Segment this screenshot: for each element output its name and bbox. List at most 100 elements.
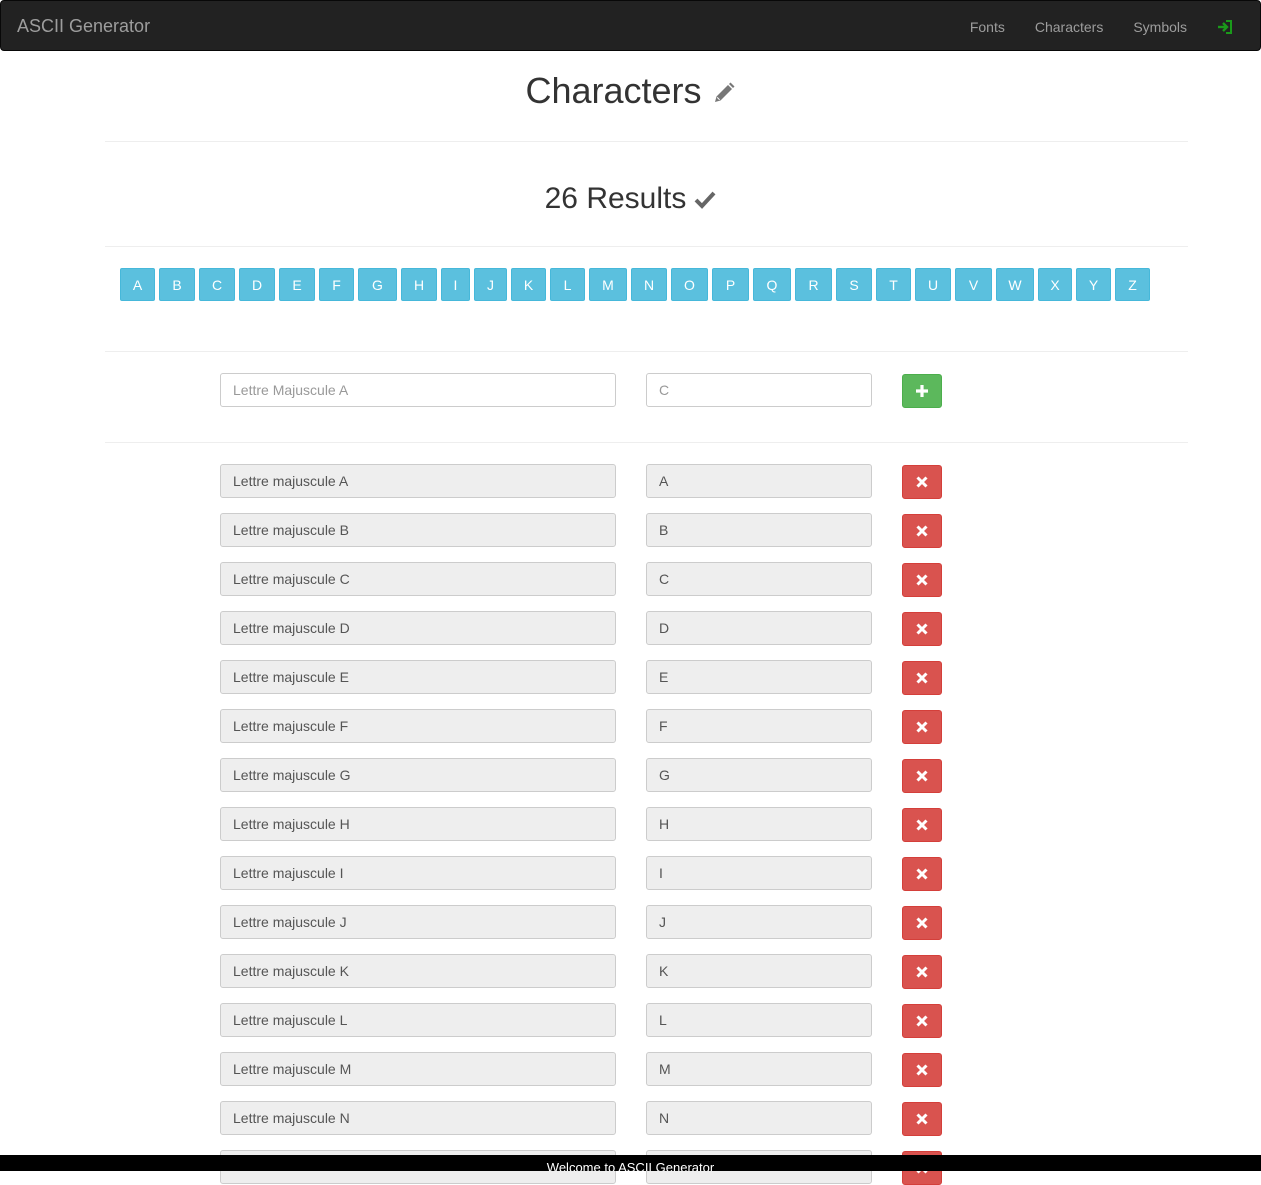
delete-character-button[interactable] (902, 612, 942, 646)
delete-character-button[interactable] (902, 759, 942, 793)
divider (105, 246, 1188, 247)
delete-character-button[interactable] (902, 1004, 942, 1038)
character-name-field[interactable]: Lettre majuscule G (220, 758, 616, 792)
letter-button-c[interactable]: C (199, 268, 235, 301)
add-character-button[interactable] (902, 374, 942, 408)
page-title: Characters (0, 70, 1261, 112)
letter-button-v[interactable]: V (955, 268, 992, 301)
letter-button-r[interactable]: R (795, 268, 832, 301)
letter-button-l[interactable]: L (550, 268, 585, 301)
remove-icon (916, 623, 928, 635)
character-name-field[interactable]: Lettre majuscule M (220, 1052, 616, 1086)
letter-button-z[interactable]: Z (1115, 268, 1150, 301)
delete-character-button[interactable] (902, 857, 942, 891)
delete-character-button[interactable] (902, 1053, 942, 1087)
nav-link-fonts[interactable]: Fonts (955, 17, 1020, 37)
character-name-field[interactable]: Lettre majuscule E (220, 660, 616, 694)
character-name-field[interactable]: Lettre majuscule D (220, 611, 616, 645)
remove-icon (916, 672, 928, 684)
character-value-field[interactable]: D (646, 611, 872, 645)
letter-button-h[interactable]: H (401, 268, 437, 301)
pencil-icon[interactable] (712, 72, 736, 102)
character-value-field[interactable]: B (646, 513, 872, 547)
character-name-field[interactable]: Lettre majuscule F (220, 709, 616, 743)
remove-icon (916, 770, 928, 782)
remove-icon (916, 917, 928, 929)
delete-character-button[interactable] (902, 514, 942, 548)
delete-character-button[interactable] (902, 465, 942, 499)
character-name-field[interactable]: Lettre majuscule B (220, 513, 616, 547)
nav-links: Fonts Characters Symbols (955, 1, 1260, 52)
letter-button-x[interactable]: X (1038, 268, 1072, 301)
letter-button-d[interactable]: D (239, 268, 275, 301)
character-value-field[interactable]: C (646, 562, 872, 596)
remove-icon (916, 966, 928, 978)
character-name-field[interactable]: Lettre majuscule C (220, 562, 616, 596)
delete-character-button[interactable] (902, 563, 942, 597)
letter-button-g[interactable]: G (358, 268, 397, 301)
letter-button-t[interactable]: T (876, 268, 911, 301)
plus-icon (916, 385, 928, 397)
login-icon[interactable] (1216, 18, 1234, 36)
character-name-field[interactable]: Lettre majuscule J (220, 905, 616, 939)
letter-button-s[interactable]: S (836, 268, 872, 301)
remove-icon (916, 721, 928, 733)
delete-character-button[interactable] (902, 661, 942, 695)
delete-character-button[interactable] (902, 906, 942, 940)
character-name-field[interactable]: Lettre majuscule K (220, 954, 616, 988)
footer-bar: Welcome to ASCII Generator (0, 1155, 1261, 1171)
remove-icon (916, 819, 928, 831)
character-value-field[interactable]: L (646, 1003, 872, 1037)
remove-icon (916, 1064, 928, 1076)
footer-text: Welcome to ASCII Generator (546, 1160, 715, 1171)
navbar: ASCII Generator Fonts Characters Symbols (0, 0, 1261, 51)
letter-button-o[interactable]: O (671, 268, 708, 301)
nav-link-symbols[interactable]: Symbols (1118, 17, 1202, 37)
character-name-field[interactable]: Lettre majuscule H (220, 807, 616, 841)
remove-icon (916, 1113, 928, 1125)
character-value-field[interactable]: J (646, 905, 872, 939)
check-icon (694, 184, 716, 209)
character-value-field[interactable]: K (646, 954, 872, 988)
letter-button-a[interactable]: A (120, 268, 155, 301)
new-name-input[interactable] (220, 373, 616, 407)
letter-button-j[interactable]: J (474, 268, 507, 301)
divider (105, 442, 1188, 443)
letter-button-b[interactable]: B (159, 268, 195, 301)
divider (105, 351, 1188, 352)
letter-button-e[interactable]: E (279, 268, 315, 301)
remove-icon (916, 1015, 928, 1027)
delete-character-button[interactable] (902, 1102, 942, 1136)
letter-button-n[interactable]: N (631, 268, 667, 301)
brand-link[interactable]: ASCII Generator (17, 16, 150, 36)
character-name-field[interactable]: Lettre majuscule A (220, 464, 616, 498)
character-value-field[interactable]: G (646, 758, 872, 792)
letter-button-q[interactable]: Q (753, 268, 791, 301)
character-value-field[interactable]: N (646, 1101, 872, 1135)
page-title-text: Characters (525, 70, 702, 111)
character-value-field[interactable]: M (646, 1052, 872, 1086)
delete-character-button[interactable] (902, 710, 942, 744)
delete-character-button[interactable] (902, 808, 942, 842)
letter-button-u[interactable]: U (915, 268, 951, 301)
nav-link-characters[interactable]: Characters (1020, 17, 1118, 37)
delete-character-button[interactable] (902, 955, 942, 989)
character-value-field[interactable]: H (646, 807, 872, 841)
letter-button-i[interactable]: I (441, 268, 470, 301)
letter-button-k[interactable]: K (511, 268, 546, 301)
letter-button-y[interactable]: Y (1076, 268, 1111, 301)
character-value-field[interactable]: F (646, 709, 872, 743)
letter-button-m[interactable]: M (589, 268, 627, 301)
letter-button-w[interactable]: W (996, 268, 1034, 301)
new-char-input[interactable] (646, 373, 872, 407)
letter-button-f[interactable]: F (319, 268, 354, 301)
character-value-field[interactable]: A (646, 464, 872, 498)
character-value-field[interactable]: I (646, 856, 872, 890)
character-name-field[interactable]: Lettre majuscule L (220, 1003, 616, 1037)
remove-icon (916, 868, 928, 880)
character-name-field[interactable]: Lettre majuscule N (220, 1101, 616, 1135)
character-value-field[interactable]: E (646, 660, 872, 694)
remove-icon (916, 525, 928, 537)
letter-button-p[interactable]: P (712, 268, 749, 301)
character-name-field[interactable]: Lettre majuscule I (220, 856, 616, 890)
